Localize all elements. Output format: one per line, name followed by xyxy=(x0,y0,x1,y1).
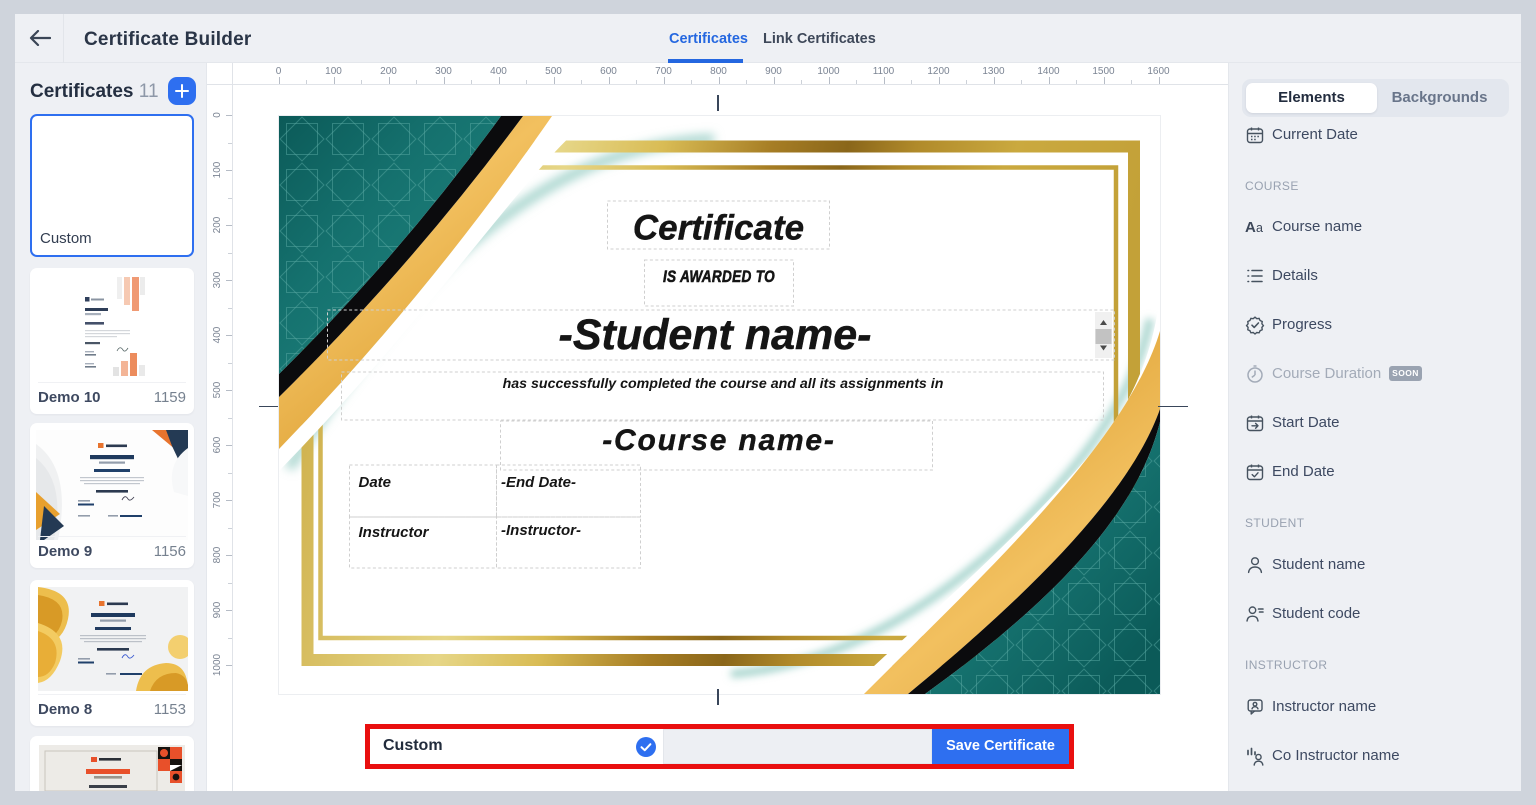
svg-text:A: A xyxy=(1245,219,1256,236)
svg-text:-Course name-: -Course name- xyxy=(602,424,835,457)
svg-text:Certificate: Certificate xyxy=(632,209,803,248)
svg-text:-Student name-: -Student name- xyxy=(558,311,871,359)
svg-text:-End Date-: -End Date- xyxy=(501,474,576,491)
svg-text:Date: Date xyxy=(358,474,391,491)
svg-text:has successfully completed the: has successfully completed the course an… xyxy=(502,376,943,392)
svg-text:Instructor: Instructor xyxy=(358,524,429,541)
svg-text:-Instructor-: -Instructor- xyxy=(501,522,581,539)
svg-text:a: a xyxy=(1256,221,1263,235)
svg-text:IS AWARDED TO: IS AWARDED TO xyxy=(662,268,774,287)
